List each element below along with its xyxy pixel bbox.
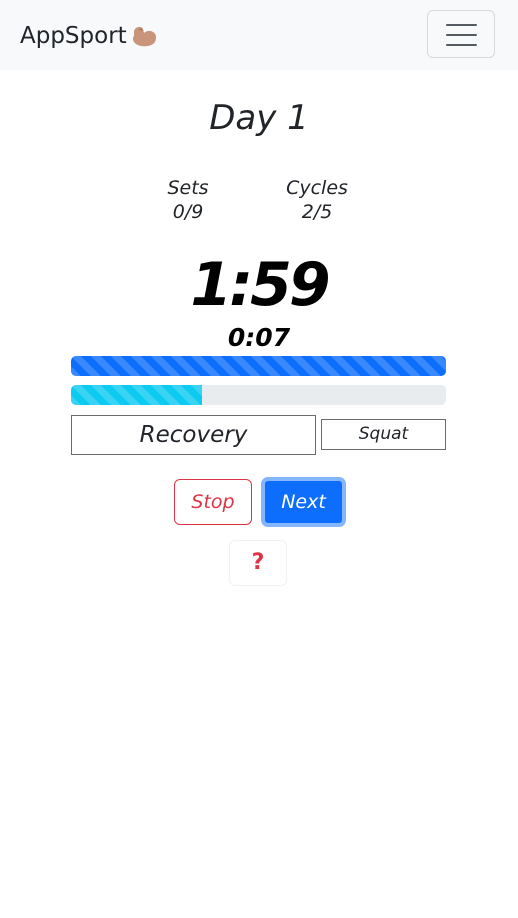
menu-toggle-button[interactable]	[427, 10, 495, 58]
next-button[interactable]: Next	[261, 477, 346, 527]
navbar: AppSport	[0, 0, 518, 70]
main-timer: 1:59	[190, 250, 330, 320]
primary-progress-bar	[71, 356, 446, 376]
question-mark-icon: ?	[251, 550, 265, 575]
hamburger-menu-icon	[446, 24, 477, 26]
sets-label: Sets	[167, 177, 209, 199]
help-button[interactable]: ?	[229, 540, 287, 586]
cycles-stat: Cycles 2/5	[262, 176, 372, 224]
brand[interactable]: AppSport	[20, 20, 158, 52]
secondary-progress-fill	[71, 385, 203, 405]
hamburger-bar	[446, 34, 477, 36]
sub-timer: 0:07	[227, 323, 291, 352]
cycles-value: 2/5	[301, 201, 333, 223]
sets-stat: Sets 0/9	[133, 176, 243, 224]
page-title: Day 1	[209, 98, 309, 138]
flexed-biceps-icon	[130, 24, 158, 48]
primary-progress-fill	[71, 356, 446, 376]
stop-button[interactable]: Stop	[174, 479, 252, 525]
hamburger-bar	[446, 44, 477, 46]
secondary-progress-bar	[71, 385, 446, 405]
exercise-box: Squat	[321, 419, 446, 450]
sets-value: 0/9	[172, 201, 204, 223]
cycles-label: Cycles	[286, 177, 348, 199]
brand-name: AppSport	[20, 23, 127, 49]
phase-box: Recovery	[71, 415, 316, 455]
